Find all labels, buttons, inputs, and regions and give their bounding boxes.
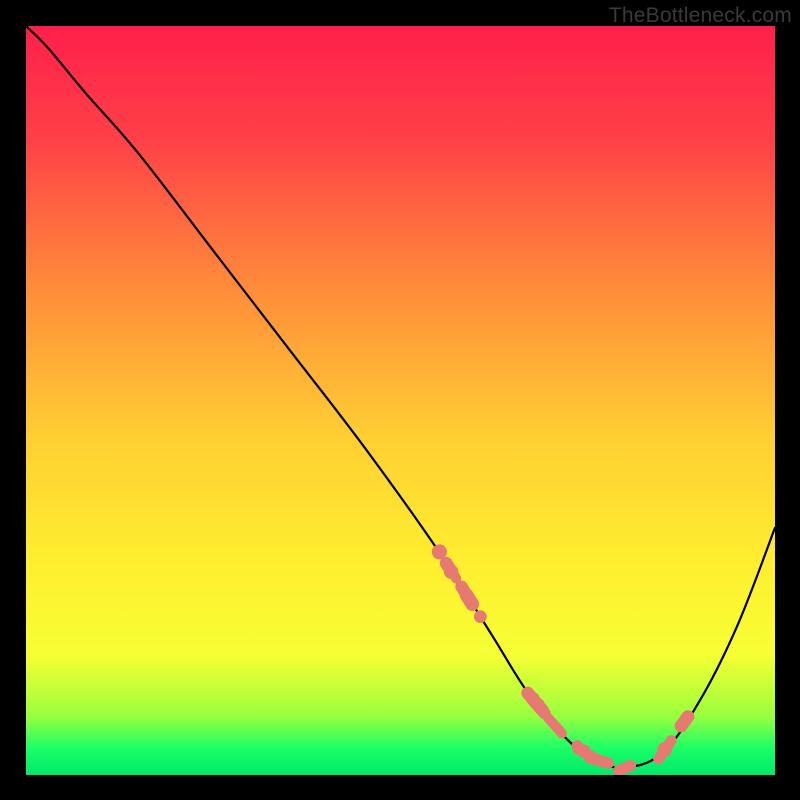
bottleneck-chart [0, 0, 800, 800]
chart-container: TheBottleneck.com [0, 0, 800, 800]
data-dash [681, 717, 688, 726]
data-dot [657, 742, 672, 757]
data-dash [460, 586, 465, 593]
gradient-background [26, 26, 775, 775]
data-dash [590, 758, 608, 763]
data-dash [535, 702, 545, 713]
data-dash [619, 766, 631, 771]
data-dot [432, 544, 447, 559]
data-dot [474, 610, 487, 623]
watermark-text: TheBottleneck.com [609, 4, 792, 28]
